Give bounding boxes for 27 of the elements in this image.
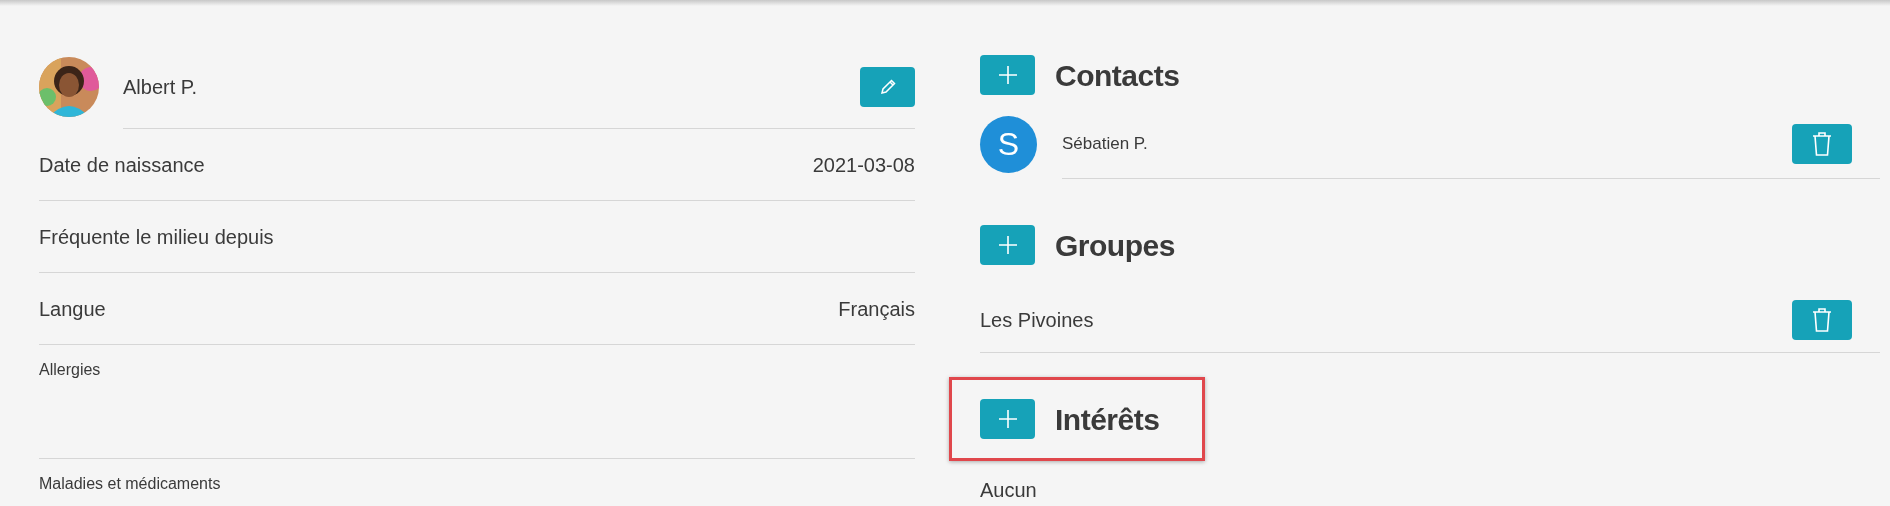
delete-button[interactable] <box>1792 299 1852 340</box>
plus-icon <box>997 235 1018 255</box>
section-title: Intérêts <box>1055 401 1160 438</box>
edit-button[interactable] <box>860 66 915 107</box>
field-value: Français <box>838 296 915 322</box>
trash-icon <box>1811 306 1833 333</box>
plus-icon <box>997 409 1018 429</box>
field-value: 2021-03-08 <box>812 152 915 178</box>
field-label: Date de naissance <box>39 152 205 178</box>
add-button[interactable] <box>980 55 1035 95</box>
section-title: Groupes <box>1055 227 1175 264</box>
section-title: Contacts <box>1055 57 1180 94</box>
contact-avatar: S <box>980 115 1037 173</box>
empty-text: Aucun <box>980 478 1038 503</box>
field-label: Allergies <box>39 360 102 380</box>
field-label: Fréquente le milieu depuis <box>39 224 274 250</box>
plus-icon <box>997 65 1018 85</box>
add-button[interactable] <box>980 399 1035 439</box>
group-name: Les Pivoines <box>980 307 1094 333</box>
field-label: Maladies et médicaments <box>39 474 222 494</box>
field-label: Langue <box>39 296 106 322</box>
trash-icon <box>1811 130 1833 157</box>
add-button[interactable] <box>980 225 1035 265</box>
person-name: Albert P. <box>123 74 198 100</box>
contact-name: Sébatien P. <box>1062 132 1148 155</box>
delete-button[interactable] <box>1792 123 1852 164</box>
pencil-icon <box>878 77 897 96</box>
